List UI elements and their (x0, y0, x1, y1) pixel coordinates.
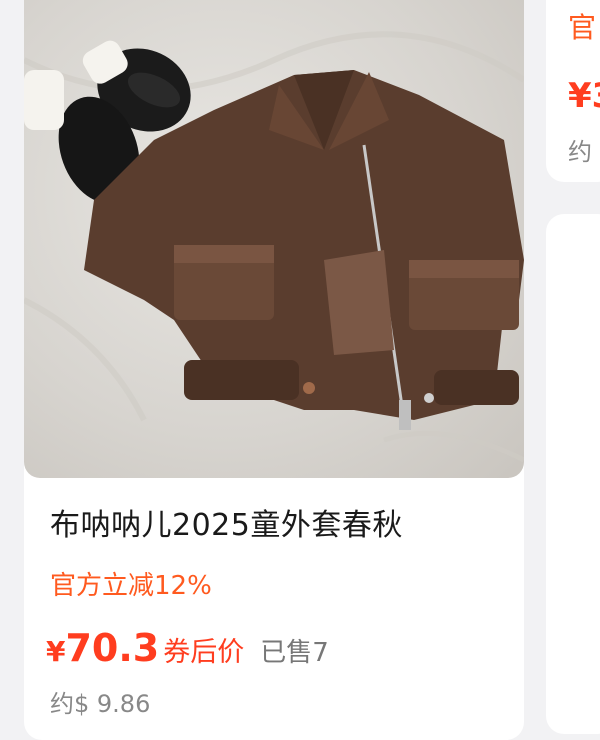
price-value: 70.3 (65, 626, 160, 670)
next-product-card-2[interactable] (546, 214, 600, 734)
price-currency: ¥ (46, 635, 66, 668)
usd-price: 约$ 9.86 (50, 690, 151, 718)
product-image[interactable] (24, 0, 524, 478)
next-card-price: ¥3 (568, 76, 600, 116)
next-card-promo: 官 (568, 11, 597, 44)
promo-badge: 官方立减12% (50, 571, 212, 601)
product-image-illustration (24, 31, 524, 463)
next-card-usd: 约 (568, 138, 592, 166)
product-card[interactable]: 布呐呐儿2025童外套春秋 官方立减12% ¥70.3 券后价 已售7 约$ 9.8… (24, 0, 524, 740)
product-title[interactable]: 布呐呐儿2025童外套春秋 (50, 500, 403, 544)
price-row: ¥70.3 券后价 已售7 (46, 626, 329, 670)
price-label: 券后价 (163, 637, 245, 668)
next-product-card[interactable]: 官 ¥3 约 (546, 0, 600, 182)
sold-count: 已售7 (260, 638, 329, 668)
